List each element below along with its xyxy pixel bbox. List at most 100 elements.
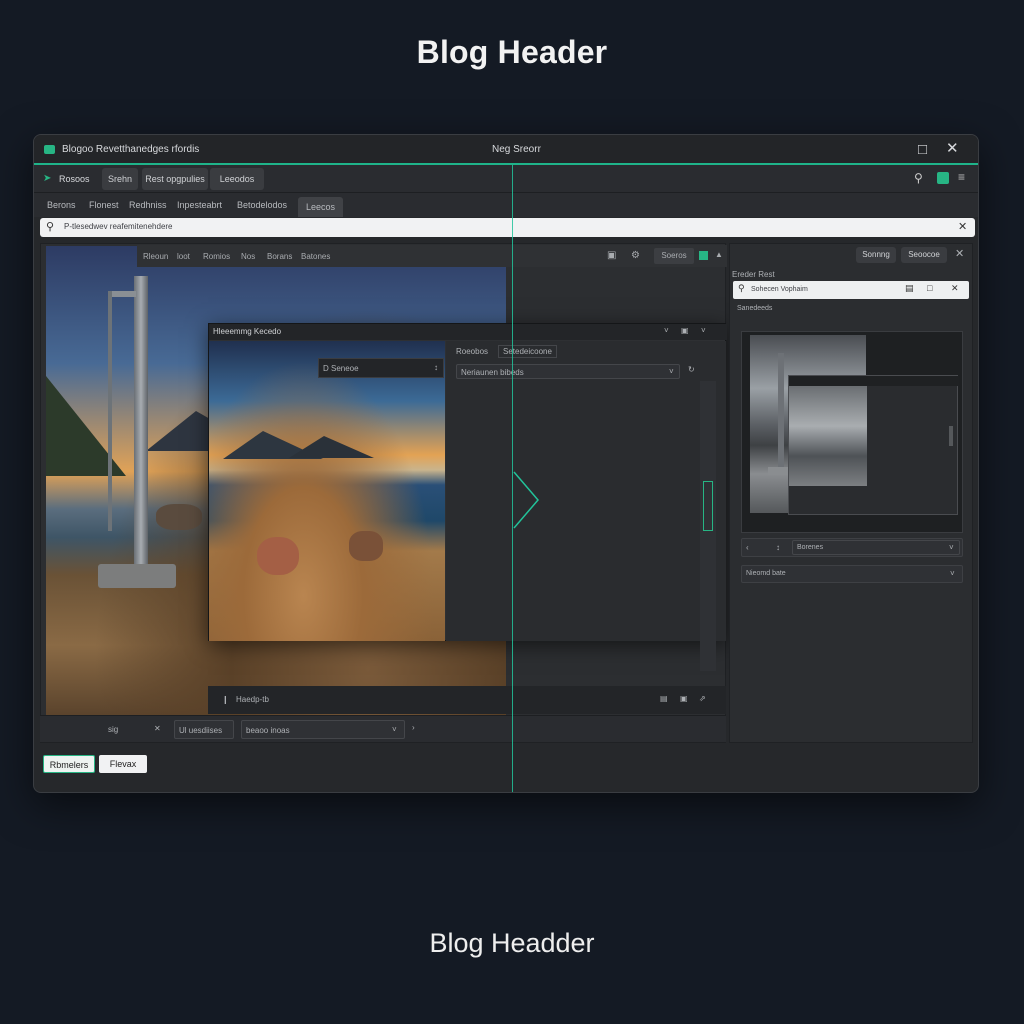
bottom-select-1-value: Ul uesdiises [179, 726, 223, 735]
title-bar: Blogoo Revetthanedges rfordis Neg Sreorr… [34, 135, 978, 165]
dialog-sidebar: Roeobos Setedeicoone Neriaunen bibeds ˅ … [446, 341, 726, 671]
chevron-left-icon[interactable]: ‹ [746, 543, 749, 552]
thumbnail-window [788, 375, 959, 515]
rock [349, 531, 383, 561]
footer-button-primary[interactable]: Rbmelers [43, 755, 95, 773]
tab-4[interactable]: Inpesteabrt [177, 200, 222, 210]
chevron-right-icon[interactable] [512, 470, 542, 530]
image-toolbar: Rleoun loot Romios Nos Borans Batones ▣ … [137, 245, 727, 267]
chevron-right-icon[interactable]: › [412, 723, 415, 732]
toolbar: ➤ Rosoos Srehn Rest opgpulies Leeodos ⚲ … [34, 165, 978, 193]
right-panel-button-2[interactable]: Seoocoe [901, 247, 947, 263]
tab-6[interactable]: Leecos [298, 197, 344, 217]
chevron-down-icon: ˅ [949, 543, 954, 552]
scrollbar-thumb[interactable] [703, 481, 713, 531]
color-swatch-icon[interactable] [699, 251, 708, 260]
chevron-up-icon[interactable]: ▲ [715, 250, 723, 259]
right-panel-combo-value: Borenes [797, 544, 824, 551]
search-icon: ⚲ [46, 221, 55, 233]
mountain-shape [46, 376, 126, 476]
maximize-icon[interactable]: □ [918, 142, 927, 157]
right-panel-subtitle: Sanedeeds [737, 305, 773, 312]
mountain-shape [289, 436, 374, 458]
close-icon[interactable]: ✕ [154, 724, 161, 733]
image-toolbar-item[interactable]: Batones [301, 252, 330, 261]
pole-arm [108, 291, 136, 297]
bottom-bar: sig ✕ Ul uesdiises beaoo inoas ˅ › [40, 715, 726, 742]
dialog-select-value: Neriaunen bibeds [461, 368, 524, 377]
toolbar-item-home[interactable]: Rosoos [59, 174, 90, 184]
chevron-down-icon[interactable]: ˅ [664, 326, 669, 335]
refresh-icon[interactable]: ↻ [688, 365, 695, 374]
close-icon[interactable]: ✕ [946, 141, 959, 156]
thumbnail-titlebar [789, 376, 959, 386]
page-title: Blog Header [416, 34, 608, 70]
right-panel-combo[interactable]: Borenes ˅ [792, 540, 960, 555]
dialog-tab[interactable]: Roeobos [456, 347, 488, 356]
image-toolbar-item[interactable]: Nos [241, 252, 255, 261]
app-icon [44, 145, 55, 154]
copy-icon[interactable]: □ [927, 283, 932, 293]
right-panel-search[interactable]: ⚲ Sohecen Vophaim ▤ □ ✕ [733, 281, 969, 299]
right-panel-select-1[interactable]: ‹ ↕ Borenes ˅ [741, 538, 963, 557]
file-icon[interactable]: ▤ [905, 283, 914, 294]
bottom-select-2[interactable]: beaoo inoas ˅ [241, 720, 405, 739]
thumbnail-scrollbar [949, 426, 953, 446]
tab-2[interactable]: Flonest [89, 200, 119, 210]
image-toolbar-item[interactable]: Borans [267, 252, 292, 261]
dialog-title: Hleeemmg Kecedo [213, 327, 282, 336]
footer-button-secondary[interactable]: Flevax [99, 755, 147, 773]
close-icon[interactable]: ✕ [955, 247, 964, 260]
search-value: P-tlesedwev reafemitenehdere [64, 222, 173, 231]
clear-icon[interactable]: ✕ [958, 220, 967, 233]
dialog-photo [209, 341, 445, 641]
tab-5[interactable]: Betodelodos [237, 200, 287, 210]
image-toolbar-item[interactable]: Rleoun [143, 252, 168, 261]
toolbar-button-3[interactable]: Leeodos [210, 168, 264, 190]
window-center-title: Neg Sreorr [492, 144, 541, 155]
bottom-bar-label: sig [108, 725, 119, 734]
dialog-title-bar: Hleeemmg Kecedo ˅ ▣ ˅ [209, 324, 727, 340]
settings-icon[interactable]: ⚙ [631, 250, 640, 261]
right-panel-button-1[interactable]: Sonnng [856, 247, 896, 263]
bottom-select-1[interactable]: Ul uesdiises [174, 720, 234, 739]
expand-icon[interactable]: ↕ [776, 543, 780, 552]
image-icon[interactable]: ▣ [607, 250, 616, 261]
search-input[interactable]: ⚲ P-tlesedwev reafemitenehdere ✕ [40, 218, 975, 237]
dialog-tab[interactable]: Setedeicoone [498, 345, 557, 358]
toolbar-button-1[interactable]: Srehn [102, 168, 138, 190]
page-subtitle: Blog Headder [429, 928, 595, 958]
expand-icon[interactable]: ⇗ [699, 694, 706, 703]
image-toolbar-button[interactable]: Soeros [654, 248, 694, 264]
chevron-down-icon: ˅ [669, 367, 674, 376]
toolbar-button-2[interactable]: Rest opgpulies [142, 168, 208, 190]
right-panel-select-2-value: Nieomd bate [746, 570, 786, 577]
rock [156, 504, 202, 530]
image-icon[interactable]: ▣ [681, 326, 689, 335]
image-toolbar-item[interactable]: Romios [203, 252, 230, 261]
dropdown-label: D Seneoe [323, 364, 359, 373]
tab-3[interactable]: Redhniss [129, 200, 167, 210]
image-toolbar-item[interactable]: loot [177, 252, 190, 261]
thumbnail-photo-inner [789, 386, 867, 486]
tab-1[interactable]: Berons [47, 200, 76, 210]
right-panel-search-value: Sohecen Vophaim [751, 286, 808, 293]
scrollbar[interactable] [700, 381, 716, 671]
dialog-select[interactable]: Neriaunen bibeds ˅ [456, 364, 680, 379]
chevron-down-icon[interactable]: ˅ [701, 326, 706, 335]
save-icon[interactable]: ▤ [660, 694, 668, 703]
menu-icon[interactable]: ≡ [958, 170, 965, 184]
metal-pole [778, 353, 784, 473]
dialog-footer-divider: ❙ [222, 695, 229, 704]
pole-base [98, 564, 176, 588]
search-icon[interactable]: ⚲ [914, 171, 923, 185]
dropdown-popup[interactable]: D Seneoe ↕ [318, 358, 444, 378]
image-icon[interactable]: ▣ [680, 694, 688, 703]
image-icon[interactable] [937, 172, 949, 184]
close-icon[interactable]: ✕ [951, 283, 959, 294]
back-arrow-icon[interactable]: ➤ [43, 173, 51, 184]
right-panel-select-2[interactable]: Nieomd bate ˅ [741, 565, 963, 583]
image-dialog: Hleeemmg Kecedo ˅ ▣ ˅ D Seneoe ↕ Roeobos… [208, 323, 727, 671]
dialog-footer-label: Haedp-tb [236, 695, 269, 704]
dialog-footer: ❙ Haedp-tb ▤ ▣ ⇗ [208, 686, 726, 714]
